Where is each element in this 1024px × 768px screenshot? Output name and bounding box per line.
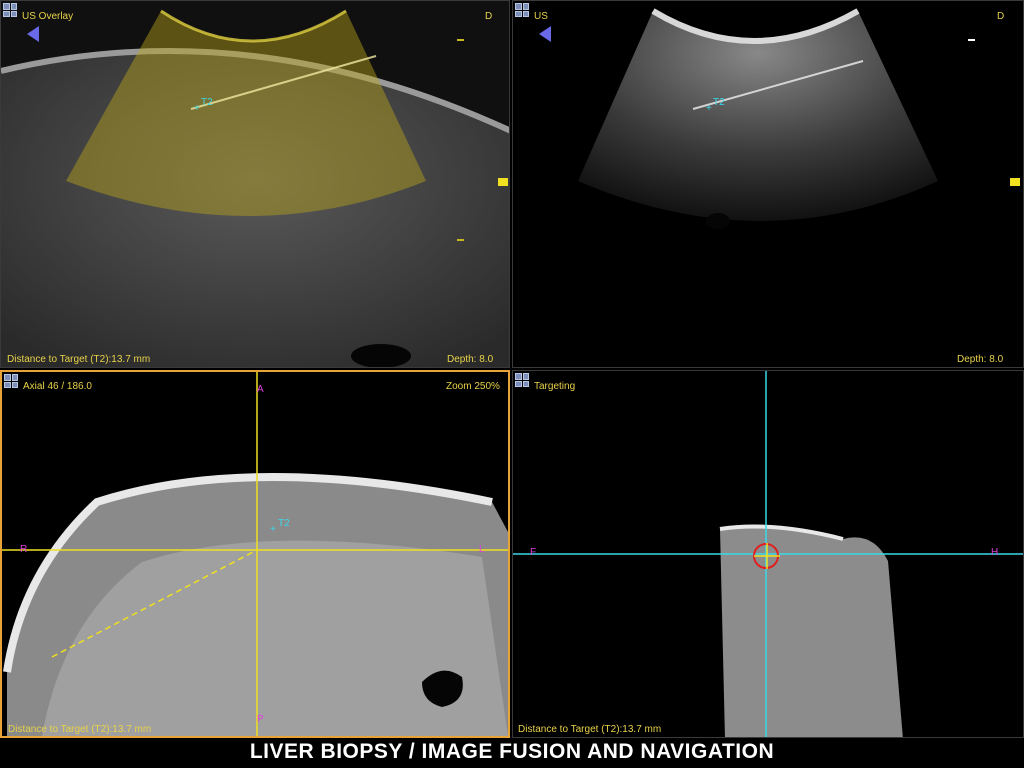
- distance-readout: Distance to Target (T2):13.7 mm: [8, 724, 152, 735]
- orientation-marker: D: [997, 11, 1005, 22]
- panel-title: US Overlay: [22, 11, 74, 22]
- panel-title: Targeting: [534, 381, 576, 392]
- grid-layout-icon[interactable]: [4, 374, 18, 388]
- depth-scale-tick: [457, 239, 464, 241]
- depth-scale-tick: [457, 39, 464, 41]
- grid-layout-icon[interactable]: [3, 3, 17, 17]
- depth-slider-handle[interactable]: [498, 178, 508, 186]
- right-marker: R: [20, 544, 28, 555]
- probe-direction-icon[interactable]: [539, 26, 551, 42]
- head-marker: H: [991, 547, 999, 558]
- us-overlay-image: [1, 1, 509, 367]
- grid-layout-icon[interactable]: [515, 3, 529, 17]
- panel-title: US: [534, 11, 548, 22]
- feet-marker: F: [530, 547, 537, 558]
- target-label: T2: [201, 97, 213, 108]
- distance-readout: Distance to Target (T2):13.7 mm: [7, 354, 151, 365]
- us-image: [513, 1, 1023, 367]
- page-caption: LIVER BIOPSY / IMAGE FUSION AND NAVIGATI…: [249, 740, 775, 763]
- target-cross-icon: +: [270, 524, 276, 535]
- axial-ct-image: [2, 372, 508, 736]
- depth-readout: Depth: 8.0: [447, 354, 494, 365]
- target-label: T2: [713, 97, 725, 108]
- depth-scale-tick: [968, 39, 975, 41]
- anterior-marker: A: [257, 384, 264, 395]
- posterior-marker: P: [257, 714, 264, 725]
- targeting-panel[interactable]: Targeting F H Distance to Target (T2):13…: [512, 370, 1024, 738]
- targeting-ct-image: [513, 371, 1023, 737]
- depth-readout: Depth: 8.0: [957, 354, 1004, 365]
- target-cross-icon: +: [706, 103, 712, 114]
- us-panel[interactable]: US D T2 + Depth: 8.0: [512, 0, 1024, 368]
- left-marker: L: [479, 544, 485, 555]
- depth-slider-handle[interactable]: [1010, 178, 1020, 186]
- distance-readout: Distance to Target (T2):13.7 mm: [518, 724, 662, 735]
- probe-direction-icon[interactable]: [27, 26, 39, 42]
- orientation-marker: D: [485, 11, 493, 22]
- target-cross-icon: +: [194, 103, 200, 114]
- panel-title: Axial 46 / 186.0: [23, 381, 92, 392]
- us-overlay-panel[interactable]: US Overlay D T2 + Distance to Target (T2…: [0, 0, 510, 368]
- grid-layout-icon[interactable]: [515, 373, 529, 387]
- target-label: T2: [278, 518, 290, 529]
- zoom-readout: Zoom 250%: [446, 381, 500, 392]
- axial-panel[interactable]: Axial 46 / 186.0 Zoom 250% A P R L T2 + …: [0, 370, 510, 738]
